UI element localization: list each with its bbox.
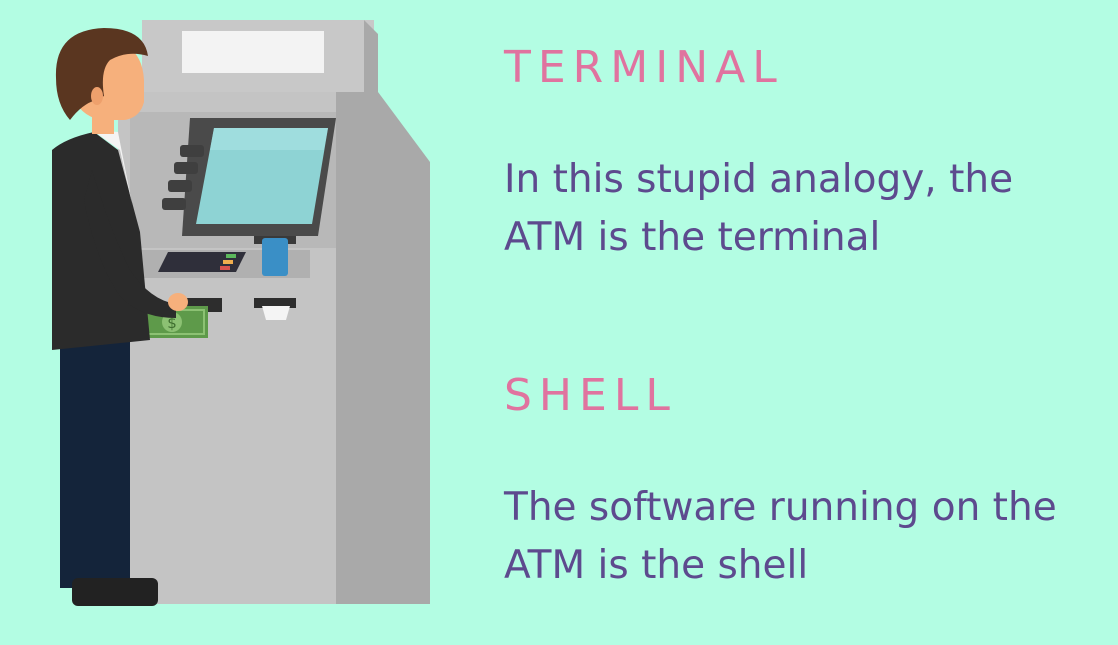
terminal-heading: TERMINAL xyxy=(504,42,784,93)
terminal-description: In this stupid analogy, the ATM is the t… xyxy=(504,151,1013,267)
terminal-description-line: In this stupid analogy, the xyxy=(504,157,1014,202)
shell-description: The software running on the ATM is the s… xyxy=(504,479,1057,595)
receipt-icon xyxy=(262,306,290,320)
terminal-description-line: ATM is the terminal xyxy=(504,215,881,260)
shell-description-line: ATM is the shell xyxy=(504,543,809,588)
bank-card-icon xyxy=(262,238,288,276)
atm-illustration: $ xyxy=(52,20,430,606)
shell-heading: SHELL xyxy=(504,370,677,421)
shell-description-line: The software running on the xyxy=(504,485,1057,530)
